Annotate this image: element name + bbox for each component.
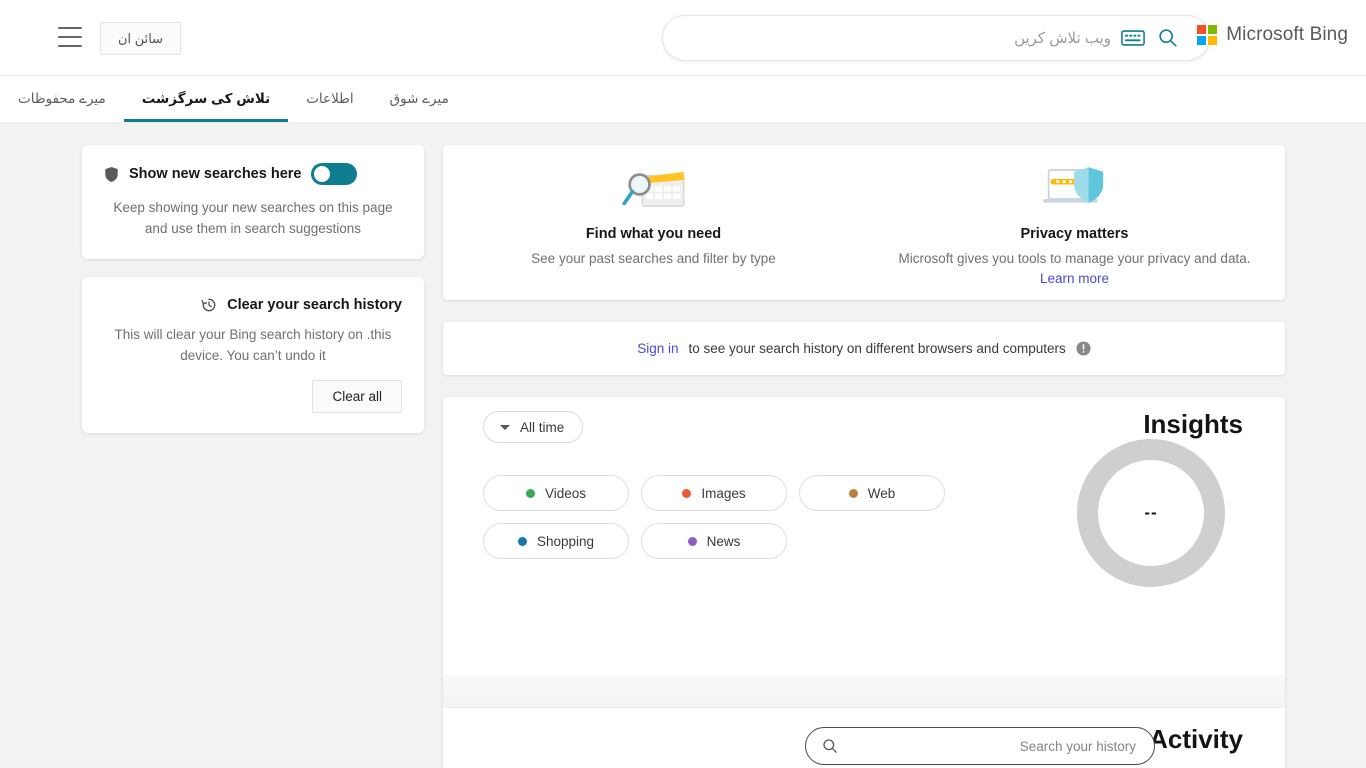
clear-history-description: This will clear your Bing search history…	[104, 324, 402, 366]
app-header: سائن ان Microsoft Bing	[0, 0, 1366, 76]
chip-news-label: News	[706, 533, 741, 549]
promo-find-title: Find what you need	[585, 226, 722, 242]
time-filter-label: All time	[520, 419, 565, 435]
chip-videos-color-dot	[525, 488, 535, 498]
promo-privacy-title: Privacy matters	[1020, 226, 1129, 242]
signin-banner: Sign in to see your search history on di…	[443, 322, 1285, 375]
signin-banner-link[interactable]: Sign in	[637, 341, 678, 356]
hamburger-bar	[58, 36, 82, 38]
donut-center-label: --	[1144, 503, 1158, 522]
chevron-down-icon	[500, 424, 510, 430]
clear-all-button[interactable]: Clear all	[312, 380, 402, 413]
shield-icon	[105, 166, 118, 182]
category-chips: Web Images Videos News Shopping	[483, 475, 1003, 559]
insights-donut-chart: --	[1077, 439, 1225, 587]
chip-shopping-color-dot	[517, 536, 527, 546]
search-icon[interactable]	[1157, 27, 1179, 49]
chip-images-label: Images	[701, 485, 746, 501]
microsoft-logo-icon	[1197, 25, 1218, 45]
bing-logo-text: Microsoft Bing	[1226, 24, 1348, 45]
tab-my-saves[interactable]: میرے محفوظات	[0, 76, 124, 122]
promo-card: Privacy matters Microsoft gives you tool…	[443, 145, 1285, 300]
info-exclamation-icon[interactable]	[1076, 341, 1091, 356]
chip-images-color-dot	[682, 488, 692, 498]
hamburger-bar	[58, 45, 82, 47]
activity-search-input[interactable]	[838, 737, 1138, 755]
search-input[interactable]	[663, 29, 1115, 47]
tab-notifications[interactable]: اطلاعات	[288, 76, 371, 122]
promo-privacy: Privacy matters Microsoft gives you tool…	[864, 145, 1285, 300]
chip-news[interactable]: News	[641, 523, 787, 559]
show-new-searches-card: Show new searches here Keep showing your…	[82, 145, 424, 259]
keyboard-icon[interactable]	[1121, 29, 1145, 47]
time-filter-dropdown[interactable]: All time	[483, 411, 584, 443]
show-new-searches-description: Keep showing your new searches on this p…	[113, 200, 393, 236]
insights-heading: Insights	[1143, 409, 1243, 439]
clear-history-description-line1: This will clear your Bing search history…	[114, 327, 363, 342]
search-icon[interactable]	[822, 738, 838, 754]
main-nav-tabs: میرے شوق اطلاعات تلاش کی سرگزشت میرے محف…	[0, 76, 1366, 123]
activity-heading: Activity	[1149, 724, 1243, 754]
promo-find-description: See your past searches and filter by typ…	[531, 251, 776, 266]
tab-my-interests[interactable]: میرے شوق	[372, 76, 467, 122]
learn-more-link[interactable]: Learn more	[1040, 271, 1109, 286]
insights-section: Insights All time Web Images Videos News…	[443, 397, 1285, 674]
search-box[interactable]	[662, 15, 1210, 61]
bing-logo[interactable]: Microsoft Bing	[1197, 24, 1348, 46]
donut-ring: --	[1077, 439, 1225, 587]
tab-search-history[interactable]: تلاش کی سرگزشت	[123, 76, 289, 122]
chip-news-color-dot	[687, 536, 697, 546]
signin-button[interactable]: سائن ان	[100, 22, 181, 55]
hamburger-menu-icon[interactable]	[58, 27, 82, 47]
promo-find: Find what you need See your past searche…	[443, 145, 864, 300]
clear-history-card: Clear your search history This will clea…	[82, 277, 424, 433]
chip-shopping[interactable]: Shopping	[483, 523, 629, 559]
chip-videos[interactable]: Videos	[483, 475, 629, 511]
promo-privacy-description: Microsoft gives you tools to manage your…	[898, 251, 1251, 266]
show-new-searches-title: Show new searches here	[129, 166, 302, 182]
signin-banner-text: to see your search history on different …	[688, 341, 1066, 356]
activity-search-box[interactable]	[805, 727, 1155, 765]
chip-web-color-dot	[848, 488, 858, 498]
show-new-searches-toggle[interactable]	[311, 163, 358, 185]
clear-history-title: Clear your search history	[227, 297, 402, 313]
chip-web-label: Web	[867, 485, 896, 501]
chip-videos-label: Videos	[544, 485, 587, 501]
activity-section: Activity	[443, 708, 1285, 768]
toggle-knob	[314, 166, 331, 182]
main-content: Privacy matters Microsoft gives you tool…	[443, 145, 1285, 768]
chip-web[interactable]: Web	[799, 475, 945, 511]
left-sidebar: Show new searches here Keep showing your…	[82, 145, 424, 433]
chip-images[interactable]: Images	[641, 475, 787, 511]
chip-shopping-label: Shopping	[536, 533, 595, 549]
hamburger-bar	[58, 27, 82, 29]
section-divider	[443, 674, 1285, 708]
insights-activity-card: Insights All time Web Images Videos News…	[443, 397, 1285, 768]
history-clock-icon	[201, 298, 216, 312]
page-body: Show new searches here Keep showing your…	[0, 123, 1366, 768]
laptop-shield-privacy-icon	[1036, 159, 1114, 219]
magnifier-calendar-icon	[617, 159, 691, 219]
